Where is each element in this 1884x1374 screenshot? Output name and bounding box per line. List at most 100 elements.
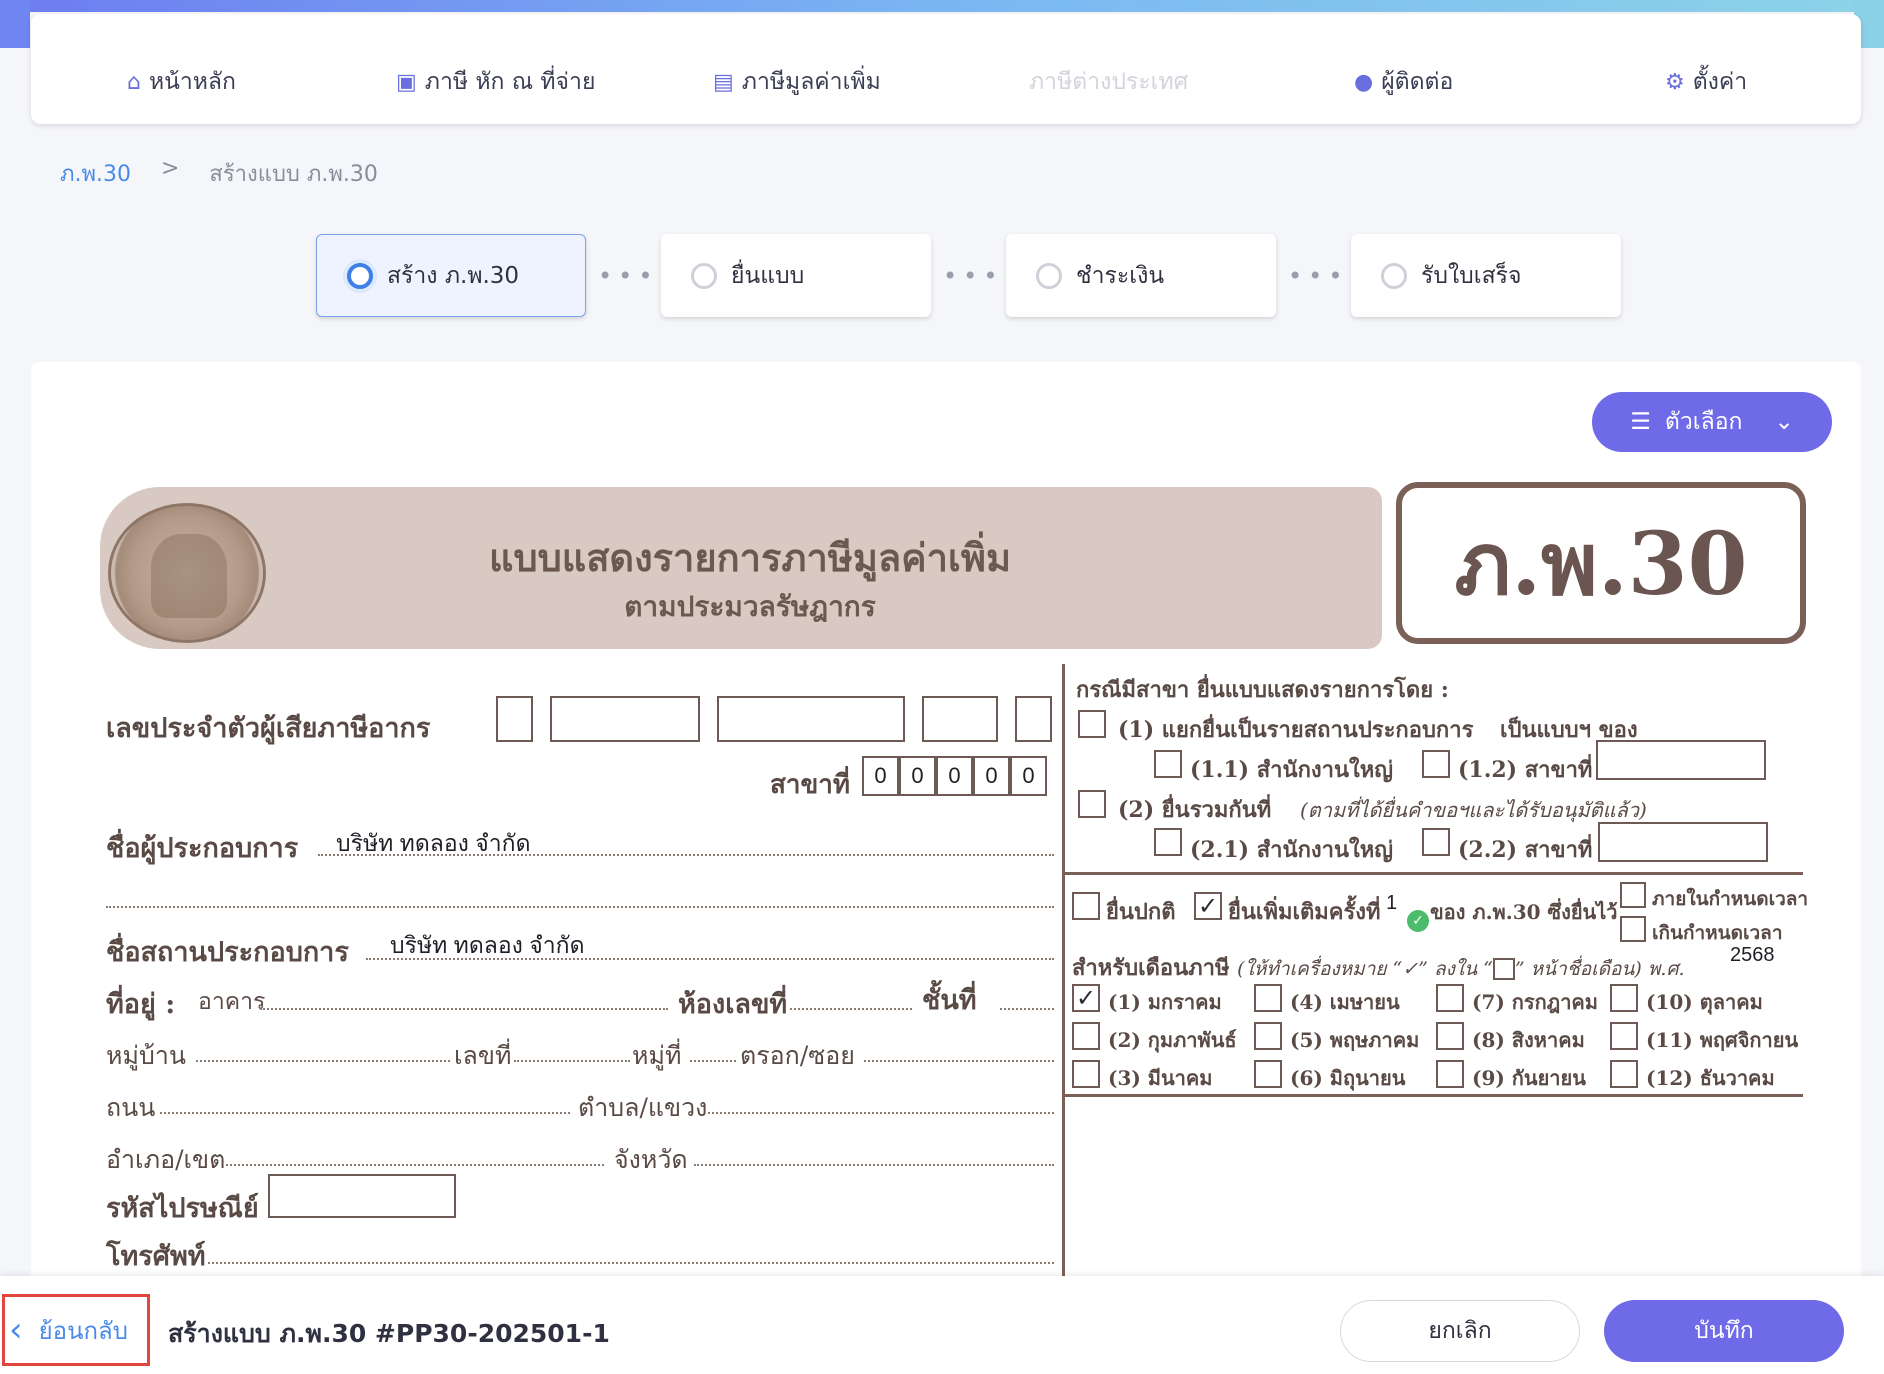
- dotted-line: [694, 1164, 1054, 1166]
- branch-digit[interactable]: 0: [936, 756, 973, 796]
- nav-foreign-tax-label: ภาษีต่างประเทศ: [1029, 69, 1189, 95]
- option-1-2-checkbox[interactable]: [1422, 750, 1450, 778]
- options-dropdown-button[interactable]: ☰ ตัวเลือก ⌄: [1592, 392, 1832, 452]
- dotted-line: [160, 1112, 570, 1114]
- month-checkbox[interactable]: [1436, 1022, 1464, 1050]
- nav-withholding-tax[interactable]: ▣ ภาษี หัก ณ ที่จ่าย: [396, 64, 595, 100]
- step-receipt[interactable]: รับใบเสร็จ: [1351, 234, 1621, 317]
- month-checkbox[interactable]: ✓: [1072, 984, 1100, 1012]
- branch-digit[interactable]: 0: [1010, 756, 1047, 796]
- month-checkbox[interactable]: [1610, 1060, 1638, 1088]
- nav-withholding-tax-label: ภาษี หัก ณ ที่จ่าย: [424, 69, 596, 95]
- top-gradient-left: [0, 0, 30, 48]
- room-label: ห้องเลขที่: [678, 989, 788, 1020]
- step-payment-radio-icon: [1036, 262, 1062, 289]
- step-receipt-radio-icon: [1381, 262, 1407, 289]
- normal-filing-checkbox[interactable]: [1072, 892, 1100, 920]
- dotted-line: [106, 906, 1054, 908]
- form-code: ภ.พ.30: [1396, 482, 1806, 644]
- option-1-2-branch-boxes[interactable]: [1596, 740, 1766, 780]
- branch-digit[interactable]: 0: [862, 756, 899, 796]
- option-1-checkbox[interactable]: [1078, 710, 1106, 738]
- month-label: (11) พฤศจิกายน: [1646, 1028, 1799, 1052]
- month-label: (6) มิถุนายน: [1290, 1066, 1406, 1090]
- form-divider-horizontal: [1065, 1094, 1803, 1097]
- month-checkbox[interactable]: [1610, 1022, 1638, 1050]
- additional-filing-count[interactable]: 1: [1386, 892, 1397, 915]
- province-label: จังหวัด: [614, 1145, 688, 1174]
- month-checkbox[interactable]: [1436, 1060, 1464, 1088]
- dotted-line: [514, 1060, 630, 1062]
- option-2-note: (ตามที่ได้ยื่นคำขอฯและได้รับอนุมัติแล้ว): [1300, 798, 1647, 822]
- month-checkbox[interactable]: [1436, 984, 1464, 1012]
- options-button-label: ตัวเลือก: [1664, 409, 1743, 435]
- nav-vat[interactable]: ▤ ภาษีมูลค่าเพิ่ม: [713, 64, 881, 100]
- option-2-2-checkbox[interactable]: [1422, 828, 1450, 856]
- save-button[interactable]: บันทึก: [1604, 1300, 1844, 1362]
- past-deadline-checkbox[interactable]: [1620, 916, 1646, 942]
- dotted-line: [260, 1008, 668, 1010]
- month-checkbox[interactable]: [1610, 984, 1638, 1012]
- subdistrict-label: ตำบล/แขวง: [578, 1093, 708, 1122]
- branch-digit[interactable]: 0: [899, 756, 936, 796]
- tax-id-digit[interactable]: [496, 696, 533, 742]
- form-divider-vertical: [1062, 664, 1065, 1276]
- step-receipt-label: รับใบเสร็จ: [1421, 262, 1522, 289]
- tax-id-digit-group[interactable]: [717, 696, 905, 742]
- document-icon: ▤: [713, 69, 734, 95]
- nav-settings[interactable]: ⚙ ตั้งค่า: [1665, 64, 1747, 100]
- additional-filing-checkbox[interactable]: ✓: [1194, 892, 1222, 920]
- step-payment-label: ชำระเงิน: [1076, 262, 1165, 289]
- month-label: (7) กรกฎาคม: [1472, 990, 1598, 1014]
- chevron-down-icon: ⌄: [1774, 409, 1794, 435]
- building-label: อาคาร: [198, 989, 266, 1015]
- within-deadline-label: ภายในกำหนดเวลา: [1652, 888, 1809, 910]
- tax-year-value[interactable]: 2568: [1730, 944, 1775, 967]
- district-label: อำเภอ/เขต: [106, 1145, 226, 1174]
- within-deadline-checkbox[interactable]: [1620, 882, 1646, 908]
- postcode-boxes[interactable]: [268, 1174, 456, 1218]
- breadcrumb-link-pp30[interactable]: ภ.พ.30: [60, 156, 131, 191]
- nav-home[interactable]: ⌂ หน้าหลัก: [127, 64, 236, 100]
- month-checkbox[interactable]: [1254, 984, 1282, 1012]
- month-checkbox[interactable]: [1254, 1022, 1282, 1050]
- gear-icon: ⚙: [1665, 69, 1685, 95]
- tax-id-digit-group[interactable]: [550, 696, 700, 742]
- step-submit[interactable]: ยื่นแบบ: [661, 234, 931, 317]
- establishment-name-value[interactable]: บริษัท ทดลอง จำกัด: [390, 928, 585, 964]
- nav-foreign-tax: ภาษีต่างประเทศ: [1029, 64, 1188, 100]
- tax-id-digit-group[interactable]: [922, 696, 998, 742]
- option-2-2-branch-boxes[interactable]: [1598, 822, 1768, 862]
- month-checkbox[interactable]: [1072, 1060, 1100, 1088]
- back-button-label: ย้อนกลับ: [38, 1316, 128, 1345]
- operator-name-value[interactable]: บริษัท ทดลอง จำกัด: [336, 826, 531, 862]
- step-payment[interactable]: ชำระเงิน: [1006, 234, 1276, 317]
- road-label: ถนน: [106, 1093, 156, 1122]
- back-button[interactable]: ‹ ย้อนกลับ: [2, 1294, 150, 1366]
- breadcrumb: ภ.พ.30 > สร้างแบบ ภ.พ.30: [60, 156, 378, 191]
- branch-digit[interactable]: 0: [973, 756, 1010, 796]
- option-1-1-checkbox[interactable]: [1154, 750, 1182, 778]
- tax-id-digit[interactable]: [1015, 696, 1052, 742]
- soi-label: ตรอก/ซอย: [740, 1041, 855, 1070]
- tax-id-label: เลขประจำตัวผู้เสียภาษีอากร: [106, 713, 431, 744]
- seal-emblem: [151, 534, 227, 618]
- cancel-button[interactable]: ยกเลิก: [1340, 1300, 1580, 1362]
- revenue-department-seal-icon: [108, 503, 266, 643]
- user-icon: ●: [1354, 69, 1374, 95]
- month-checkbox[interactable]: [1072, 1022, 1100, 1050]
- dotted-line: [864, 1060, 1054, 1062]
- option-2-checkbox[interactable]: [1078, 790, 1106, 818]
- top-gradient-bar: [0, 0, 1884, 12]
- month-label: (4) เมษายน: [1290, 990, 1400, 1014]
- nav-contacts[interactable]: ● ผู้ติดต่อ: [1354, 64, 1453, 100]
- option-2-1-checkbox[interactable]: [1154, 828, 1182, 856]
- of-form-label: ของ ภ.พ.30 ซึ่งยื่นไว้: [1430, 900, 1618, 924]
- month-checkbox[interactable]: [1254, 1060, 1282, 1088]
- step-create[interactable]: สร้าง ภ.พ.30: [316, 234, 586, 317]
- floor-label: ชั้นที่: [922, 985, 977, 1016]
- village-label: หมู่บ้าน: [106, 1041, 186, 1070]
- additional-filing-label: ยื่นเพิ่มเติมครั้งที่: [1228, 899, 1381, 925]
- house-no-label: เลขที่: [454, 1041, 512, 1070]
- month-label: (5) พฤษภาคม: [1290, 1028, 1420, 1052]
